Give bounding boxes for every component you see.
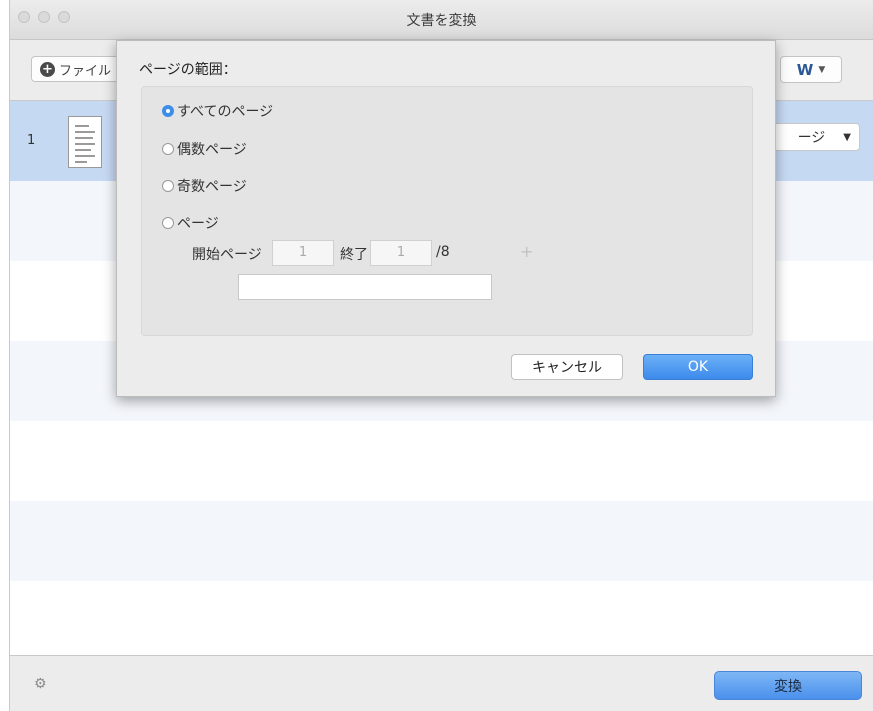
ok-button[interactable]: OK	[643, 354, 753, 380]
total-pages-label: /8	[436, 244, 450, 260]
empty-row	[10, 421, 873, 501]
title-bar: 文書を変換	[10, 0, 873, 40]
radio-unselected-icon	[162, 217, 174, 229]
start-page-input[interactable]: 1	[272, 240, 334, 266]
end-page-label: 終了	[340, 247, 368, 263]
chevron-down-icon: ▼	[818, 64, 826, 75]
add-file-label: ファイル	[59, 63, 112, 79]
row-index: 1	[27, 133, 36, 148]
page-range-text-field[interactable]	[238, 274, 492, 300]
radio-unselected-icon	[162, 143, 174, 155]
add-range-button[interactable]: +	[520, 242, 533, 261]
bottom-bar: ⚙ 変換	[10, 655, 873, 711]
radio-page-range[interactable]: ページ	[162, 213, 219, 233]
page-range-dialog: ページの範囲： すべてのページ 偶数ページ 奇数ページ ページ 開始ページ 1 …	[116, 40, 776, 397]
gear-icon[interactable]: ⚙	[34, 676, 47, 692]
radio-odd-pages[interactable]: 奇数ページ	[162, 176, 247, 196]
start-page-label: 開始ページ	[192, 247, 262, 263]
radio-label: ページ	[177, 216, 219, 232]
empty-row	[10, 501, 873, 581]
radio-unselected-icon	[162, 180, 174, 192]
radio-all-pages[interactable]: すべてのページ	[162, 101, 273, 121]
word-format-icon: W	[796, 60, 814, 79]
chevron-down-icon: ▼	[843, 131, 851, 143]
radio-label: 偶数ページ	[177, 142, 247, 158]
add-circle-icon: +	[40, 61, 55, 77]
empty-row	[10, 581, 873, 661]
radio-label: すべてのページ	[177, 104, 274, 120]
convert-button[interactable]: 変換	[714, 671, 862, 700]
output-format-dropdown[interactable]: W ▼	[780, 56, 842, 83]
window-title: 文書を変換	[406, 13, 477, 29]
cancel-button[interactable]: キャンセル	[511, 354, 623, 380]
end-page-input[interactable]: 1	[370, 240, 432, 266]
document-thumbnail-icon	[68, 116, 102, 168]
dialog-title: ページの範囲：	[139, 62, 237, 78]
range-options-group: すべてのページ 偶数ページ 奇数ページ ページ 開始ページ 1 終了 1 /8 …	[141, 86, 753, 336]
radio-even-pages[interactable]: 偶数ページ	[162, 139, 247, 159]
page-range-value: ージ	[797, 130, 826, 146]
radio-label: 奇数ページ	[177, 179, 247, 195]
radio-selected-icon	[162, 105, 174, 117]
